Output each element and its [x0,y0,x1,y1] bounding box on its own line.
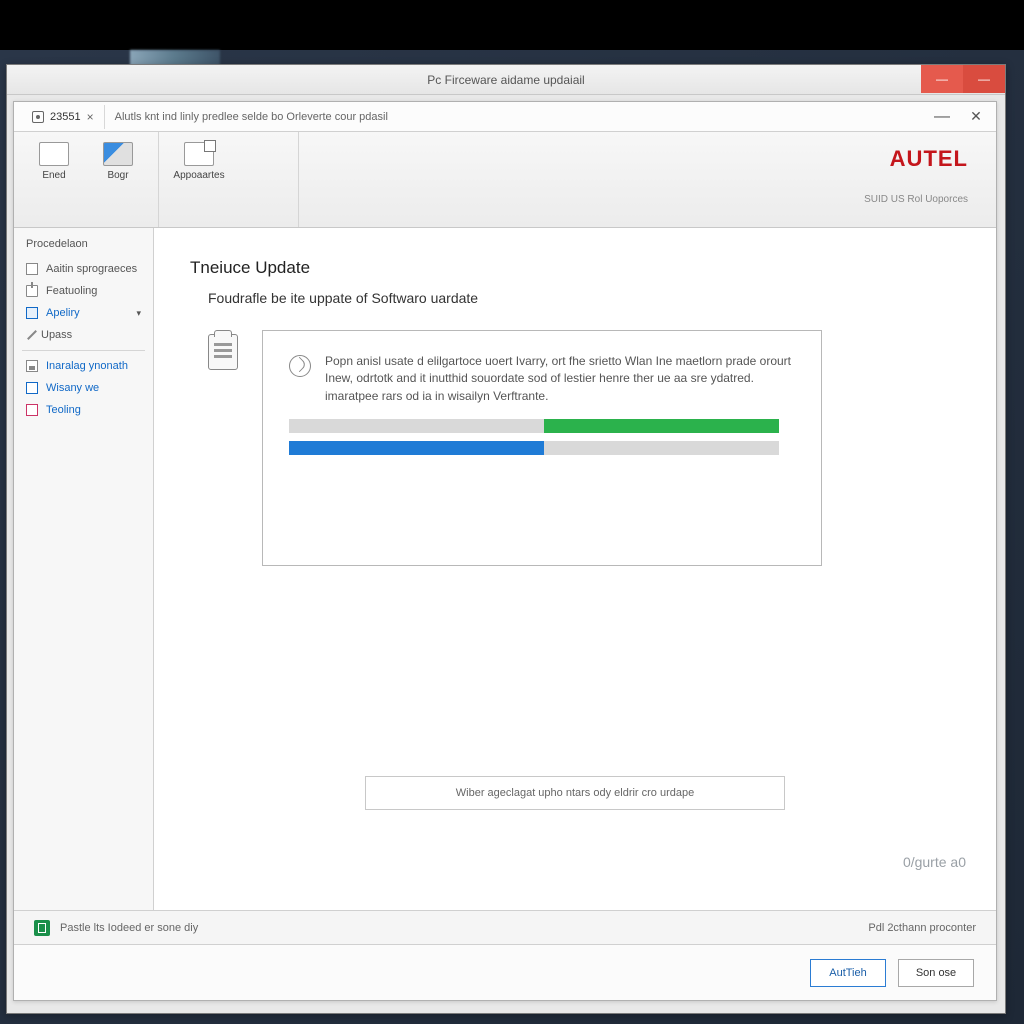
tab-main[interactable]: 23551 × [22,105,105,129]
tab-label: 23551 [50,111,81,123]
parent-window-title: Pc Firceware aidame updaiail [7,73,1005,87]
pencil-icon [27,330,37,340]
progress-bar-secondary [289,419,779,433]
sidebar: Procedelaon Aaitin sprograeces Featuolin… [14,228,154,910]
progress-counter: 0/gurte a0 [903,854,966,870]
parent-window: Pc Firceware aidame updaiail — — 23551 ×… [6,64,1006,1014]
secondary-action-button[interactable]: Son ose [898,959,974,987]
toolbar-ened-button[interactable]: Ened [30,142,78,223]
window-minimize-button[interactable]: — [932,108,952,126]
tab-bar: 23551 × Alutls knt ind linly predlee sel… [14,102,996,132]
parent-close-button[interactable]: — [963,65,1005,93]
page-subtitle: Foudrafle be ite uppate of Softwaro uard… [190,290,960,306]
sidebar-item-report[interactable]: Inaralag ynonath [14,355,153,377]
toolbar-bogr-button[interactable]: Bogr [94,142,142,223]
apps-icon [184,142,214,166]
update-panel: Popn anisl usate d elilgartoce uoert Iva… [262,330,822,566]
main-content: Tneiuce Update Foudrafle be ite uppate o… [154,228,996,910]
tab-close-icon[interactable]: × [87,110,94,124]
monitor-icon [103,142,133,166]
sidebar-item-label: Featuoling [46,285,97,297]
window-icon [39,142,69,166]
updater-window: 23551 × Alutls knt ind linly predlee sel… [13,101,997,1001]
parent-minimize-button[interactable]: — [921,65,963,93]
progress-fill-green [544,419,779,433]
sidebar-item-label: Teoling [46,404,81,416]
status-text-left: Pastle lts Iodeed er sone diy [60,922,198,934]
status-bar: Pastle lts Iodeed er sone diy Pdl 2cthan… [14,910,996,944]
toolbar-label: Bogr [107,170,128,181]
sidebar-item-label: Inaralag ynonath [46,360,128,372]
clipboard-icon [208,334,238,370]
primary-action-button[interactable]: AutTieh [810,959,886,987]
sidebar-item-label: Wisany we [46,382,99,394]
page-title: Tneiuce Update [190,258,960,278]
sidebar-item-apeliry[interactable]: Apeliry [14,302,153,324]
sidebar-item-label: Aaitin sprograeces [46,263,137,275]
globe-icon [32,111,44,123]
brand-subtitle: SUID US Rol Uoporces [864,194,968,205]
sidebar-item-progress[interactable]: Aaitin sprograeces [14,258,153,280]
status-ok-icon [34,920,50,936]
sidebar-item-teoling[interactable]: Teoling [14,399,153,421]
parent-titlebar[interactable]: Pc Firceware aidame updaiail — — [7,65,1005,95]
status-text-right: Pdl 2cthann proconter [868,922,976,934]
chart-icon [26,360,38,372]
hint-message: Wiber ageclagat upho ntars ody eldrir cr… [365,776,785,810]
sidebar-header: Procedelaon [14,232,153,258]
progress-fill-blue [289,441,544,455]
document-icon [26,382,38,394]
progress-bar-primary [289,441,779,455]
toolbar-label: Ened [42,170,65,181]
toolbar-label: Appoaartes [173,170,224,181]
dialog-button-row: AutTieh Son ose [14,944,996,1000]
sidebar-item-features[interactable]: Featuoling [14,280,153,302]
sync-icon [289,355,311,377]
ribbon-toolbar: Ened Bogr Appoaartes AUTEL SUID US Rol [14,132,996,228]
toolbar-apps-button[interactable]: Appoaartes [175,142,223,223]
list-icon [26,263,38,275]
tabbar-caption: Alutls knt ind linly predlee selde bo Or… [115,111,388,123]
shield-icon [26,307,38,319]
sidebar-item-label: Upass [41,329,72,341]
update-description: Popn anisl usate d elilgartoce uoert Iva… [325,353,795,405]
sidebar-item-upass[interactable]: Upass [14,324,153,346]
sidebar-item-label: Apeliry [46,307,80,319]
brand-logo: AUTEL [864,146,968,172]
document-icon [26,404,38,416]
sidebar-divider [22,350,145,351]
sidebar-item-wisany[interactable]: Wisany we [14,377,153,399]
window-close-button[interactable]: ✕ [966,108,986,125]
pin-icon [26,285,38,297]
